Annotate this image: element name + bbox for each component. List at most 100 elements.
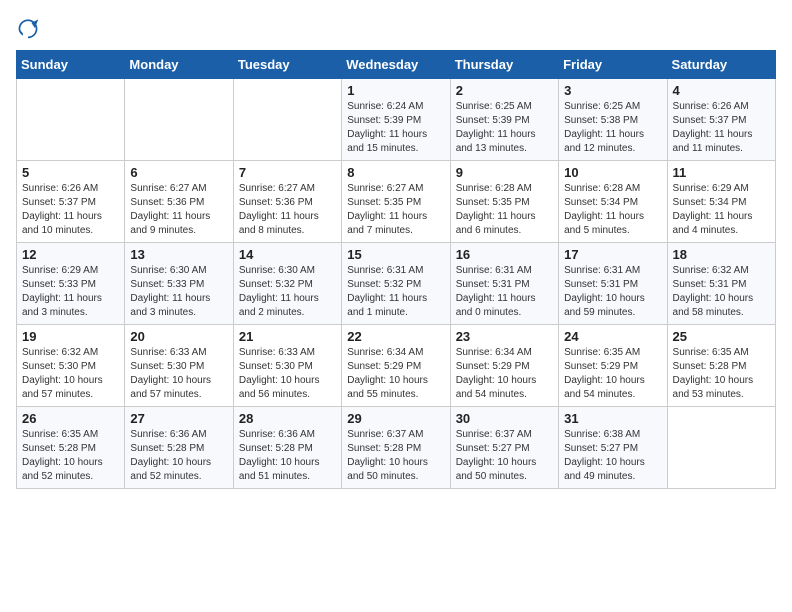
day-info: Sunrise: 6:26 AM Sunset: 5:37 PM Dayligh…: [673, 100, 770, 156]
calendar-week-row: 12 Sunrise: 6:29 AM Sunset: 5:33 PM Dayli…: [17, 243, 776, 325]
day-info: Sunrise: 6:30 AM Sunset: 5:32 PM Dayligh…: [239, 264, 336, 320]
calendar-header-saturday: Saturday: [667, 51, 775, 79]
day-number: 21: [239, 329, 336, 344]
day-info: Sunrise: 6:27 AM Sunset: 5:36 PM Dayligh…: [130, 182, 227, 238]
day-number: 10: [564, 165, 661, 180]
day-info: Sunrise: 6:37 AM Sunset: 5:27 PM Dayligh…: [456, 428, 553, 484]
calendar-cell: 22 Sunrise: 6:34 AM Sunset: 5:29 PM Dayli…: [342, 325, 450, 407]
day-info: Sunrise: 6:31 AM Sunset: 5:32 PM Dayligh…: [347, 264, 444, 320]
day-number: 22: [347, 329, 444, 344]
calendar-cell: 30 Sunrise: 6:37 AM Sunset: 5:27 PM Dayli…: [450, 407, 558, 489]
calendar-cell: 5Sunrise: 6:26 AM Sunset: 5:37 PM Daylig…: [17, 161, 125, 243]
calendar-header-tuesday: Tuesday: [233, 51, 341, 79]
calendar-cell: 1 Sunrise: 6:24 AM Sunset: 5:39 PM Daylig…: [342, 79, 450, 161]
calendar-cell: 20 Sunrise: 6:33 AM Sunset: 5:30 PM Dayli…: [125, 325, 233, 407]
day-number: 4: [673, 83, 770, 98]
calendar-cell: 17 Sunrise: 6:31 AM Sunset: 5:31 PM Dayli…: [559, 243, 667, 325]
day-number: 24: [564, 329, 661, 344]
day-number: 20: [130, 329, 227, 344]
day-number: 3: [564, 83, 661, 98]
calendar-cell: 26 Sunrise: 6:35 AM Sunset: 5:28 PM Dayli…: [17, 407, 125, 489]
calendar-week-row: 5Sunrise: 6:26 AM Sunset: 5:37 PM Daylig…: [17, 161, 776, 243]
day-info: Sunrise: 6:25 AM Sunset: 5:38 PM Dayligh…: [564, 100, 661, 156]
calendar-cell: 23 Sunrise: 6:34 AM Sunset: 5:29 PM Dayli…: [450, 325, 558, 407]
calendar-cell: [233, 79, 341, 161]
day-info: Sunrise: 6:34 AM Sunset: 5:29 PM Dayligh…: [347, 346, 444, 402]
day-info: Sunrise: 6:38 AM Sunset: 5:27 PM Dayligh…: [564, 428, 661, 484]
calendar-cell: 27 Sunrise: 6:36 AM Sunset: 5:28 PM Dayli…: [125, 407, 233, 489]
logo: [16, 16, 44, 40]
calendar-header-thursday: Thursday: [450, 51, 558, 79]
day-info: Sunrise: 6:28 AM Sunset: 5:34 PM Dayligh…: [564, 182, 661, 238]
day-number: 28: [239, 411, 336, 426]
day-info: Sunrise: 6:33 AM Sunset: 5:30 PM Dayligh…: [239, 346, 336, 402]
calendar-cell: 18 Sunrise: 6:32 AM Sunset: 5:31 PM Dayli…: [667, 243, 775, 325]
day-info: Sunrise: 6:35 AM Sunset: 5:28 PM Dayligh…: [673, 346, 770, 402]
calendar-header-monday: Monday: [125, 51, 233, 79]
day-number: 17: [564, 247, 661, 262]
day-number: 15: [347, 247, 444, 262]
day-number: 7: [239, 165, 336, 180]
calendar-cell: 13Sunrise: 6:30 AM Sunset: 5:33 PM Dayli…: [125, 243, 233, 325]
calendar-cell: 10 Sunrise: 6:28 AM Sunset: 5:34 PM Dayli…: [559, 161, 667, 243]
calendar-cell: 24Sunrise: 6:35 AM Sunset: 5:29 PM Dayli…: [559, 325, 667, 407]
calendar-cell: 9Sunrise: 6:28 AM Sunset: 5:35 PM Daylig…: [450, 161, 558, 243]
day-info: Sunrise: 6:28 AM Sunset: 5:35 PM Dayligh…: [456, 182, 553, 238]
calendar-cell: 25 Sunrise: 6:35 AM Sunset: 5:28 PM Dayli…: [667, 325, 775, 407]
calendar-week-row: 19 Sunrise: 6:32 AM Sunset: 5:30 PM Dayli…: [17, 325, 776, 407]
day-info: Sunrise: 6:33 AM Sunset: 5:30 PM Dayligh…: [130, 346, 227, 402]
calendar-header-friday: Friday: [559, 51, 667, 79]
day-info: Sunrise: 6:36 AM Sunset: 5:28 PM Dayligh…: [130, 428, 227, 484]
day-info: Sunrise: 6:27 AM Sunset: 5:35 PM Dayligh…: [347, 182, 444, 238]
day-number: 6: [130, 165, 227, 180]
calendar-header-row: SundayMondayTuesdayWednesdayThursdayFrid…: [17, 51, 776, 79]
day-info: Sunrise: 6:32 AM Sunset: 5:30 PM Dayligh…: [22, 346, 119, 402]
day-number: 8: [347, 165, 444, 180]
day-number: 23: [456, 329, 553, 344]
calendar-cell: 8 Sunrise: 6:27 AM Sunset: 5:35 PM Daylig…: [342, 161, 450, 243]
day-info: Sunrise: 6:29 AM Sunset: 5:33 PM Dayligh…: [22, 264, 119, 320]
calendar-cell: 12 Sunrise: 6:29 AM Sunset: 5:33 PM Dayli…: [17, 243, 125, 325]
day-number: 25: [673, 329, 770, 344]
day-number: 11: [673, 165, 770, 180]
calendar-cell: 6 Sunrise: 6:27 AM Sunset: 5:36 PM Daylig…: [125, 161, 233, 243]
day-info: Sunrise: 6:35 AM Sunset: 5:28 PM Dayligh…: [22, 428, 119, 484]
calendar-header-sunday: Sunday: [17, 51, 125, 79]
day-number: 26: [22, 411, 119, 426]
calendar-cell: 15 Sunrise: 6:31 AM Sunset: 5:32 PM Dayli…: [342, 243, 450, 325]
calendar-cell: 14 Sunrise: 6:30 AM Sunset: 5:32 PM Dayli…: [233, 243, 341, 325]
logo-icon: [16, 16, 40, 40]
day-number: 27: [130, 411, 227, 426]
day-info: Sunrise: 6:34 AM Sunset: 5:29 PM Dayligh…: [456, 346, 553, 402]
day-number: 14: [239, 247, 336, 262]
day-number: 1: [347, 83, 444, 98]
calendar-cell: 29 Sunrise: 6:37 AM Sunset: 5:28 PM Dayli…: [342, 407, 450, 489]
day-info: Sunrise: 6:31 AM Sunset: 5:31 PM Dayligh…: [564, 264, 661, 320]
day-info: Sunrise: 6:32 AM Sunset: 5:31 PM Dayligh…: [673, 264, 770, 320]
calendar-cell: [17, 79, 125, 161]
calendar-header-wednesday: Wednesday: [342, 51, 450, 79]
day-info: Sunrise: 6:30 AM Sunset: 5:33 PM Dayligh…: [130, 264, 227, 320]
day-number: 19: [22, 329, 119, 344]
calendar-week-row: 26 Sunrise: 6:35 AM Sunset: 5:28 PM Dayli…: [17, 407, 776, 489]
day-info: Sunrise: 6:31 AM Sunset: 5:31 PM Dayligh…: [456, 264, 553, 320]
day-number: 18: [673, 247, 770, 262]
day-number: 16: [456, 247, 553, 262]
calendar-cell: 4 Sunrise: 6:26 AM Sunset: 5:37 PM Daylig…: [667, 79, 775, 161]
day-info: Sunrise: 6:27 AM Sunset: 5:36 PM Dayligh…: [239, 182, 336, 238]
day-info: Sunrise: 6:24 AM Sunset: 5:39 PM Dayligh…: [347, 100, 444, 156]
day-info: Sunrise: 6:37 AM Sunset: 5:28 PM Dayligh…: [347, 428, 444, 484]
day-info: Sunrise: 6:36 AM Sunset: 5:28 PM Dayligh…: [239, 428, 336, 484]
calendar-cell: 2Sunrise: 6:25 AM Sunset: 5:39 PM Daylig…: [450, 79, 558, 161]
day-number: 31: [564, 411, 661, 426]
calendar-cell: 16 Sunrise: 6:31 AM Sunset: 5:31 PM Dayli…: [450, 243, 558, 325]
day-number: 12: [22, 247, 119, 262]
calendar-cell: 28 Sunrise: 6:36 AM Sunset: 5:28 PM Dayli…: [233, 407, 341, 489]
day-number: 30: [456, 411, 553, 426]
day-number: 29: [347, 411, 444, 426]
day-info: Sunrise: 6:26 AM Sunset: 5:37 PM Dayligh…: [22, 182, 119, 238]
page-header: [16, 16, 776, 40]
calendar-cell: 11 Sunrise: 6:29 AM Sunset: 5:34 PM Dayli…: [667, 161, 775, 243]
day-info: Sunrise: 6:29 AM Sunset: 5:34 PM Dayligh…: [673, 182, 770, 238]
calendar-cell: 31 Sunrise: 6:38 AM Sunset: 5:27 PM Dayli…: [559, 407, 667, 489]
